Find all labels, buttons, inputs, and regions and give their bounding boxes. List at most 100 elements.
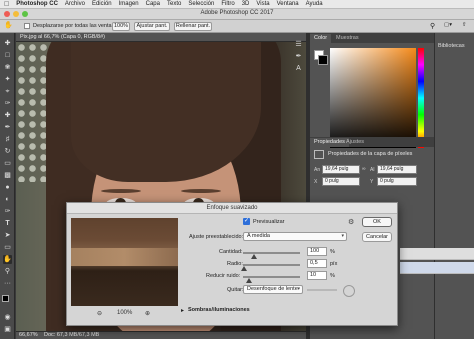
brush-tool-icon[interactable]: ✒ xyxy=(3,123,12,132)
smart-sharpen-dialog: Enfoque suavizado ⊖ 100% ⊕ ✓ Previsualiz… xyxy=(66,202,398,326)
healing-brush-tool-icon[interactable]: ✚ xyxy=(3,111,12,120)
reduce-noise-input[interactable]: 10 xyxy=(307,271,327,280)
angle-slider-track xyxy=(307,289,337,291)
amount-unit: % xyxy=(330,249,335,255)
ok-button[interactable]: OK xyxy=(362,217,392,227)
eyedropper-tool-icon[interactable]: ✑ xyxy=(3,99,12,108)
lasso-tool-icon[interactable]: ❀ xyxy=(3,63,12,72)
shape-tool-icon[interactable]: ▭ xyxy=(3,243,12,252)
apple-menu-icon[interactable]:  xyxy=(4,0,9,9)
color-panel-tabs: Color Muestras xyxy=(310,33,434,43)
document-tab[interactable]: Pix.jpg al 66,7% (Capa 0, RGB/8#) xyxy=(16,33,306,42)
x-label: X xyxy=(314,179,318,185)
y-label: Y xyxy=(370,179,374,185)
menu-edicion[interactable]: Edición xyxy=(92,0,112,9)
menu-vista[interactable]: Vista xyxy=(256,0,269,9)
layer-row[interactable] xyxy=(400,248,474,260)
menu-filtro[interactable]: Filtro xyxy=(221,0,234,9)
fill-screen-button[interactable]: Rellenar pant. xyxy=(174,22,212,31)
blur-tool-icon[interactable]: ● xyxy=(3,183,12,192)
eraser-tool-icon[interactable]: ▭ xyxy=(3,159,12,168)
radius-slider-track[interactable] xyxy=(243,264,300,266)
marquee-tool-icon[interactable]: □ xyxy=(3,51,12,60)
menu-ventana[interactable]: Ventana xyxy=(277,0,299,9)
radius-slider-thumb[interactable] xyxy=(240,266,247,271)
cancel-button[interactable]: Cancelar xyxy=(362,232,392,242)
amount-label: Cantidad: xyxy=(219,249,243,255)
reduce-noise-unit: % xyxy=(330,273,335,279)
photo-left-brow xyxy=(101,189,141,193)
history-panel-icon[interactable]: ☰ xyxy=(294,40,303,49)
properties-title: Propiedades de la capa de píxeles xyxy=(328,151,413,157)
clone-stamp-tool-icon[interactable]: ♯ xyxy=(3,135,12,144)
link-icon[interactable]: ∞ xyxy=(362,166,366,172)
preview-zoom-in-icon[interactable]: ⊕ xyxy=(145,310,150,317)
quick-mask-icon[interactable]: ◉ xyxy=(3,313,12,322)
preview-checkbox[interactable]: ✓ xyxy=(243,218,250,225)
tab-adjustments[interactable]: Ajustes xyxy=(342,138,368,147)
menu-texto[interactable]: Texto xyxy=(167,0,181,9)
tab-color[interactable]: Color xyxy=(310,34,332,43)
foreground-color-swatch[interactable] xyxy=(2,295,9,302)
shadows-highlights-label[interactable]: Sombras/iluminaciones xyxy=(188,307,250,313)
search-icon[interactable]: ⚲ xyxy=(430,22,435,30)
amount-slider-thumb[interactable] xyxy=(251,254,258,259)
dialog-preview-image[interactable] xyxy=(71,218,178,306)
status-doc-size[interactable]: Doc: 67,3 MB/67,3 MB xyxy=(44,332,99,338)
zoom-100-button[interactable]: 100% xyxy=(112,22,130,31)
zoom-tool-icon[interactable]: ⚲ xyxy=(3,267,12,276)
quick-select-tool-icon[interactable]: ✦ xyxy=(3,75,12,84)
menu-archivo[interactable]: Archivo xyxy=(65,0,85,9)
collapsed-panel-icons: ☰ ✒ A xyxy=(292,40,306,100)
libraries-label[interactable]: Bibliotecas xyxy=(438,43,465,49)
scroll-all-windows-checkbox[interactable] xyxy=(24,23,30,29)
tools-panel: ✚ □ ❀ ✦ ⌖ ✑ ✚ ✒ ♯ ↻ ▭ ▩ ● ◐ ✑ T ➤ ▭ ✋ ⚲ … xyxy=(0,33,15,339)
hand-tool-icon[interactable]: ✋ xyxy=(3,255,12,264)
move-tool-icon[interactable]: ✚ xyxy=(3,39,12,48)
color-picker-field[interactable] xyxy=(330,48,416,148)
brush-panel-icon[interactable]: ✒ xyxy=(294,52,303,61)
tab-swatches[interactable]: Muestras xyxy=(332,34,363,43)
more-tools-icon[interactable]: ··· xyxy=(3,279,12,288)
status-zoom[interactable]: 66,67% xyxy=(19,332,38,338)
remove-select[interactable]: Desenfoque de lente ▾ xyxy=(243,285,303,294)
width-field[interactable]: 19,64 pulg xyxy=(322,165,360,174)
height-label: Al xyxy=(370,167,375,173)
amount-input[interactable]: 100 xyxy=(307,247,327,256)
preview-zoom-level: 100% xyxy=(117,310,133,316)
fit-screen-button[interactable]: Ajustar pant. xyxy=(134,22,170,31)
radius-input[interactable]: 0,5 xyxy=(307,259,327,268)
dialog-title: Enfoque suavizado xyxy=(67,203,397,214)
menu-app-name[interactable]: Photoshop CC xyxy=(16,0,58,9)
shadows-highlights-disclosure-icon[interactable]: ▸ xyxy=(181,307,184,314)
reduce-noise-slider-thumb[interactable] xyxy=(245,278,252,283)
dodge-tool-icon[interactable]: ◐ xyxy=(3,195,12,204)
character-panel-icon[interactable]: A xyxy=(294,64,303,73)
x-field[interactable]: 0 pulg xyxy=(322,177,360,186)
menu-ayuda[interactable]: Ayuda xyxy=(306,0,323,9)
share-icon[interactable]: ⇧ xyxy=(462,22,467,28)
menu-seleccion[interactable]: Selección xyxy=(188,0,214,9)
menu-3d[interactable]: 3D xyxy=(242,0,250,9)
menu-capa[interactable]: Capa xyxy=(146,0,160,9)
workspace-icon[interactable]: ▢▾ xyxy=(444,22,452,28)
preview-zoom-out-icon[interactable]: ⊖ xyxy=(97,310,102,317)
preset-select[interactable]: A medida ▾ xyxy=(243,232,347,241)
hand-tool-icon[interactable]: ✋ xyxy=(4,21,13,29)
hue-slider[interactable] xyxy=(418,48,424,148)
settings-gear-icon[interactable]: ⚙ xyxy=(348,218,354,226)
screen-mode-icon[interactable]: ▣ xyxy=(3,325,12,334)
crop-tool-icon[interactable]: ⌖ xyxy=(3,87,12,96)
preview-skin-band xyxy=(71,248,178,266)
y-field[interactable]: 0 pulg xyxy=(377,177,417,186)
history-brush-tool-icon[interactable]: ↻ xyxy=(3,147,12,156)
type-tool-icon[interactable]: T xyxy=(3,219,12,228)
height-field[interactable]: 19,64 pulg xyxy=(377,165,417,174)
color-background-swatch[interactable] xyxy=(318,55,328,65)
remove-select-value: Desenfoque de lente xyxy=(247,286,298,292)
menu-imagen[interactable]: Imagen xyxy=(119,0,139,9)
layer-row[interactable] xyxy=(400,262,474,274)
path-select-tool-icon[interactable]: ➤ xyxy=(3,231,12,240)
gradient-tool-icon[interactable]: ▩ xyxy=(3,171,12,180)
pen-tool-icon[interactable]: ✑ xyxy=(3,207,12,216)
